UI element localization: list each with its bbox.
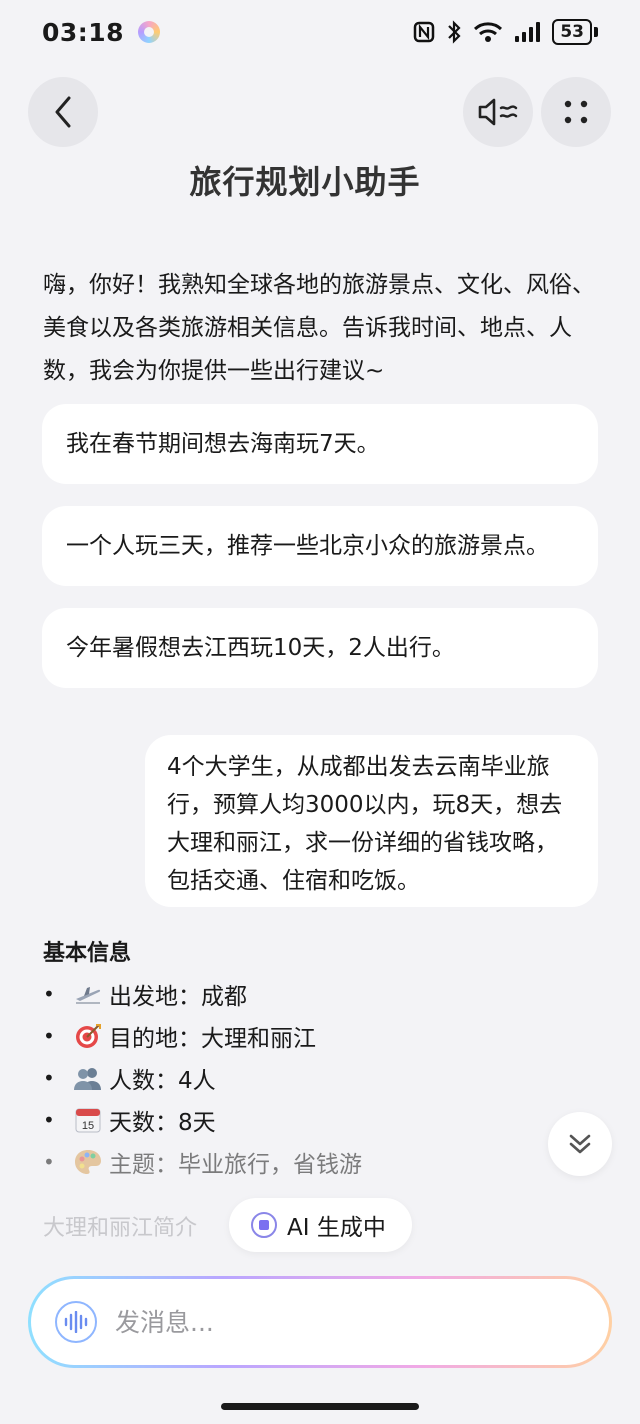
- bullet: •: [43, 1066, 55, 1090]
- chevron-left-icon: [55, 96, 71, 128]
- bullet: •: [43, 982, 55, 1006]
- battery-icon: 53: [552, 19, 598, 45]
- list-item: • 出发地：成都: [43, 973, 523, 1015]
- reply-section-title: 基本信息: [43, 941, 132, 966]
- speaker-button[interactable]: [463, 77, 533, 147]
- suggestion-chip-3[interactable]: 今年暑假想去江西玩10天，2人出行。: [42, 608, 598, 688]
- suggestion-label: 今年暑假想去江西玩10天，2人出行。: [66, 635, 455, 661]
- message-composer: [28, 1276, 612, 1368]
- back-button[interactable]: [28, 77, 98, 147]
- composer-inner: [31, 1279, 609, 1365]
- app-indicator-icon: [138, 21, 161, 43]
- speaker-icon: [478, 98, 518, 126]
- list-item: • 目的地：大理和丽江: [43, 1015, 523, 1057]
- home-indicator[interactable]: [221, 1403, 419, 1410]
- status-right: 53: [413, 19, 598, 45]
- status-bar: 03:18 53: [0, 0, 640, 64]
- voice-input-button[interactable]: [55, 1301, 97, 1343]
- suggestion-chip-2[interactable]: 一个人玩三天，推荐一些北京小众的旅游景点。: [42, 506, 598, 586]
- bluetooth-icon: [448, 20, 461, 44]
- airplane-icon: [69, 979, 107, 1009]
- stop-generating-button[interactable]: AI 生成中: [229, 1198, 412, 1252]
- info-text: 主题：毕业旅行，省钱游: [109, 1152, 362, 1178]
- suggestion-label: 一个人玩三天，推荐一些北京小众的旅游景点。: [66, 533, 549, 559]
- faded-reply-text: 大理和丽江简介: [43, 1216, 198, 1241]
- status-left: 03:18: [42, 17, 161, 47]
- suggestion-label: 我在春节期间想去海南玩7天。: [66, 431, 380, 457]
- scroll-to-bottom-button[interactable]: [548, 1112, 612, 1176]
- signal-icon: [515, 22, 541, 42]
- nfc-icon: [414, 21, 435, 43]
- bullet: •: [43, 1108, 55, 1132]
- voice-wave-icon: [64, 1311, 88, 1333]
- user-message-text: 4个大学生，从成都出发去云南毕业旅行，预算人均3000以内，玩8天，想去大理和丽…: [167, 754, 563, 894]
- target-icon: [69, 1021, 107, 1051]
- status-time: 03:18: [42, 17, 125, 47]
- info-text: 人数：4人: [109, 1068, 216, 1094]
- calendar-icon: 15: [69, 1105, 107, 1135]
- suggestion-chip-1[interactable]: 我在春节期间想去海南玩7天。: [42, 404, 598, 484]
- message-input[interactable]: [115, 1307, 535, 1337]
- list-item: • 15 天数：8天: [43, 1099, 523, 1141]
- bullet: •: [43, 1150, 55, 1174]
- user-message-bubble: 4个大学生，从成都出发去云南毕业旅行，预算人均3000以内，玩8天，想去大理和丽…: [145, 735, 598, 907]
- info-text: 目的地：大理和丽江: [109, 1026, 316, 1052]
- more-button[interactable]: [541, 77, 611, 147]
- page-title: 旅行规划小助手: [189, 163, 421, 201]
- list-item: • 人数：4人: [43, 1057, 523, 1099]
- grid-dots-icon: [564, 100, 588, 124]
- calendar-day: 15: [82, 1120, 94, 1132]
- assistant-intro-message: 嗨，你好！我熟知全球各地的旅游景点、文化、风俗、美食以及各类旅游相关信息。告诉我…: [43, 272, 595, 384]
- battery-level: 53: [552, 19, 592, 45]
- double-chevron-down-icon: [569, 1134, 591, 1154]
- info-text: 出发地：成都: [109, 984, 247, 1010]
- palette-icon: [69, 1147, 107, 1177]
- list-item: • 主题：毕业旅行，省钱游: [43, 1141, 523, 1183]
- info-text: 天数：8天: [109, 1110, 216, 1136]
- wifi-icon: [474, 22, 503, 42]
- stop-icon: [251, 1212, 277, 1238]
- basic-info-list: • 出发地：成都 • 目的地：大理和丽江 • 人数：4人 • 15 天数：8天 …: [43, 973, 523, 1183]
- bullet: •: [43, 1024, 55, 1048]
- people-icon: [69, 1063, 107, 1093]
- generating-label: AI 生成中: [287, 1215, 386, 1241]
